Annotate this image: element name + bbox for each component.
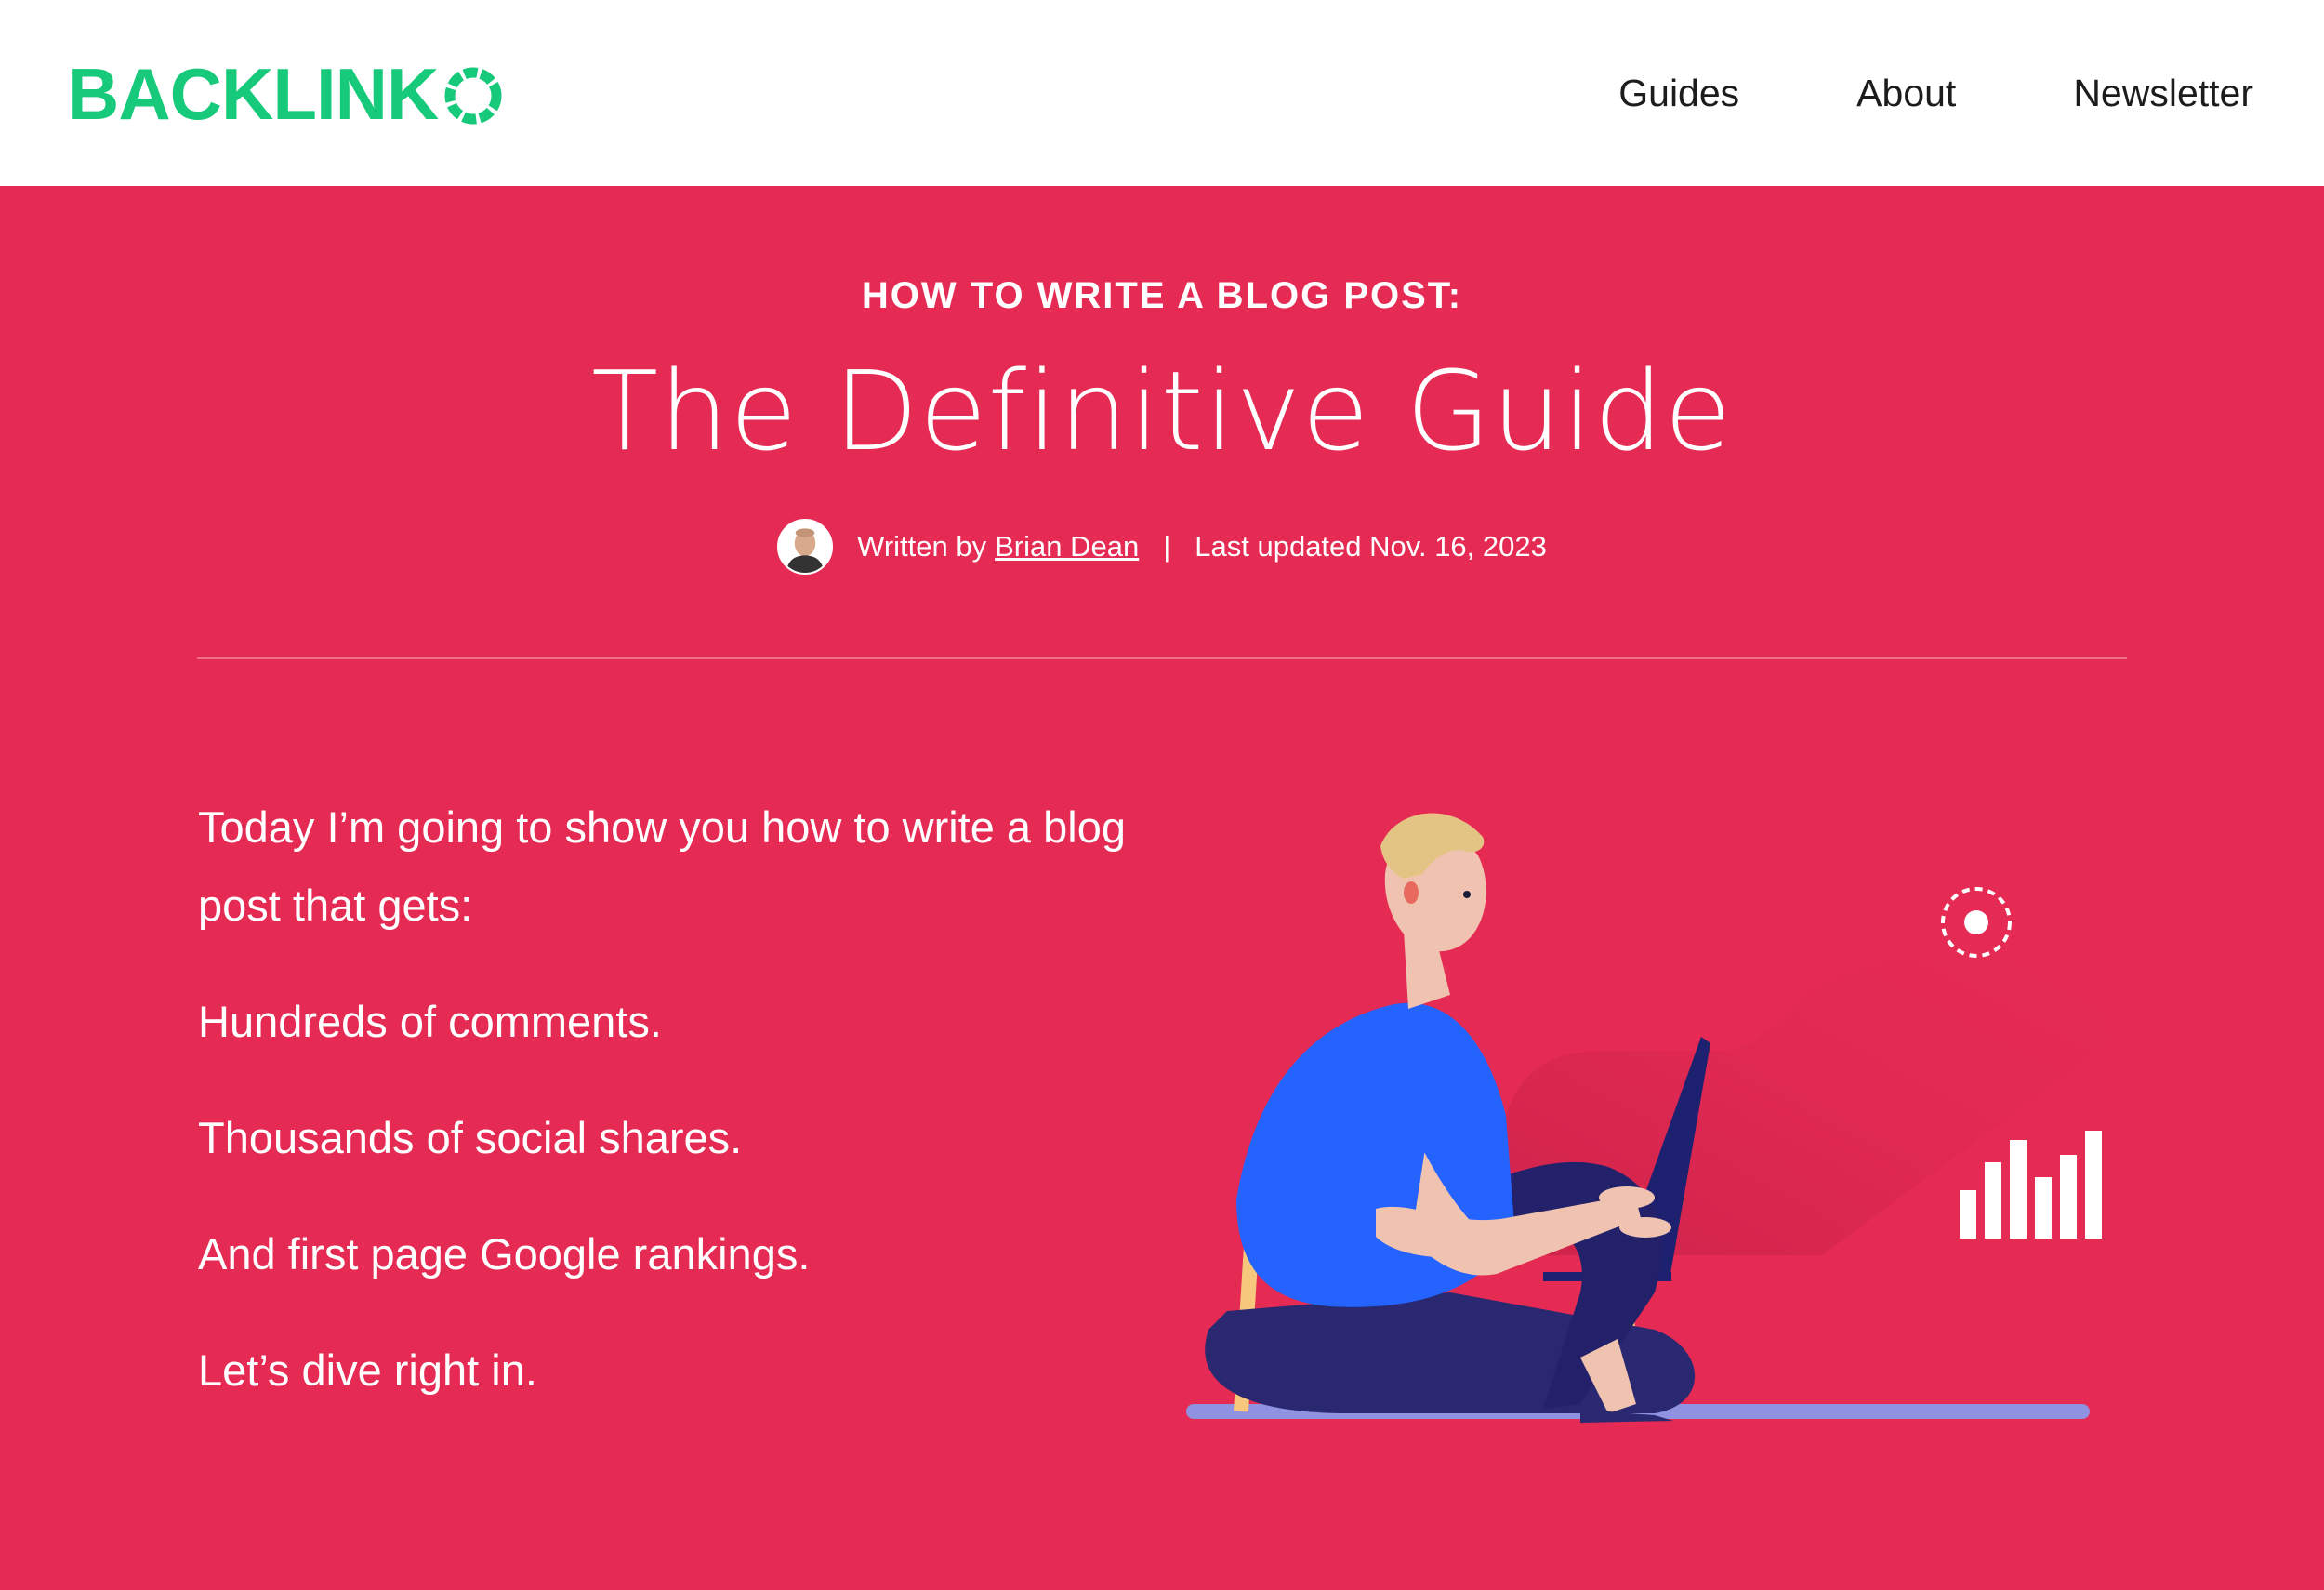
intro-paragraph: Today I’m going to show you how to write… [198, 802, 1126, 930]
nav-newsletter[interactable]: Newsletter [2073, 72, 2253, 115]
site-header: BACKLINK Guides About Newsletter [0, 0, 2324, 186]
nav-about[interactable]: About [1856, 72, 1956, 115]
eyebrow-heading: HOW TO WRITE A BLOG POST: [861, 275, 1463, 316]
bar-chart-icon [1960, 1131, 2102, 1239]
logo-ring-icon [444, 67, 502, 125]
last-updated: Last updated Nov. 16, 2023 [1195, 530, 1547, 563]
intro-paragraph: Hundreds of comments. [198, 997, 662, 1046]
article-meta: Written by Brian Dean | Last updated Nov… [0, 519, 2324, 575]
target-dot-icon [1941, 887, 2012, 958]
section-divider [197, 657, 2127, 659]
written-by-label: Written by [857, 530, 987, 563]
nav-guides[interactable]: Guides [1618, 72, 1739, 115]
author-avatar [777, 519, 834, 575]
intro-paragraph: And first page Google rankings. [198, 1229, 811, 1279]
blogger-illustration [1186, 813, 2110, 1423]
logo-text: BACKLINK [67, 53, 439, 135]
intro-paragraph: Let’s dive right in. [198, 1345, 537, 1395]
backlinko-logo[interactable]: BACKLINK [67, 52, 507, 136]
intro-paragraph: Thousands of social shares. [198, 1113, 743, 1162]
intro-text: Today I’m going to show you how to write… [198, 788, 1174, 1448]
hero-section: HOW TO WRITE A BLOG POST: The Definitive… [0, 186, 2324, 1590]
page-title: The Definitive Guide [591, 347, 1733, 475]
main-nav: Guides About Newsletter [1618, 63, 2253, 123]
person-head [1380, 813, 1486, 952]
author-link[interactable]: Brian Dean [995, 530, 1139, 563]
meta-separator: | [1163, 530, 1171, 563]
